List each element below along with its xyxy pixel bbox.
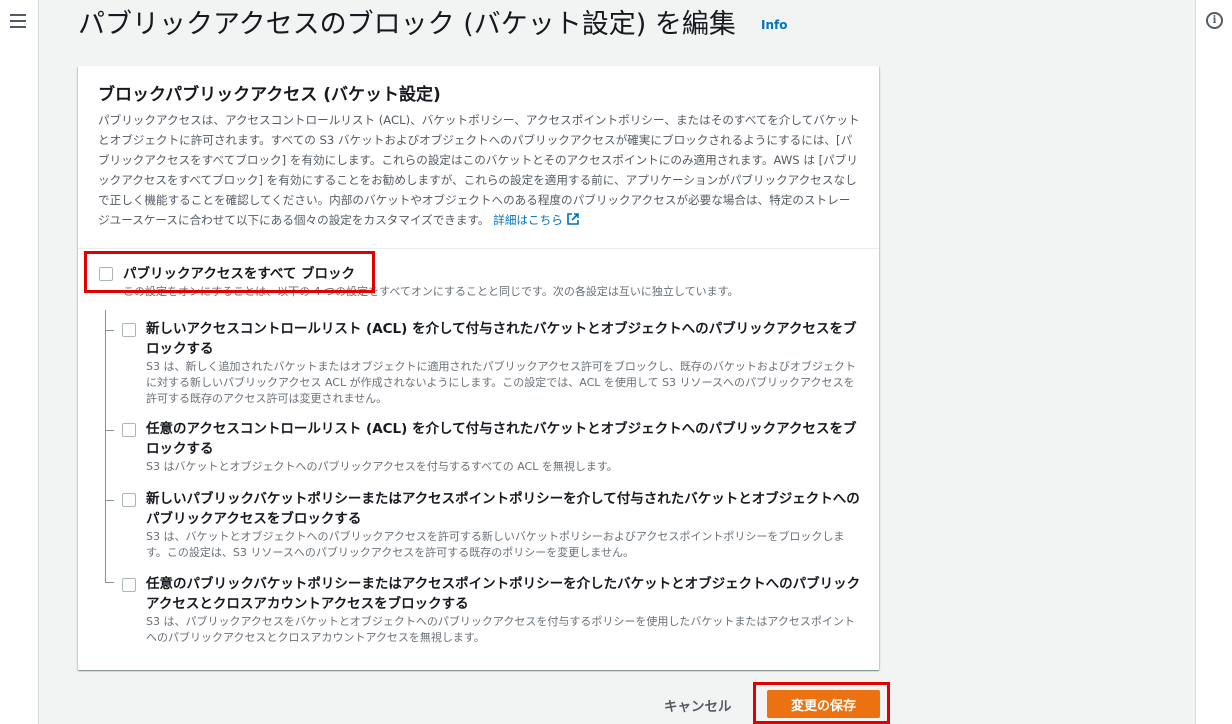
tree-branch-3 bbox=[105, 500, 114, 501]
block-any-policy-description: S3 は、パブリックアクセスをバケットとオブジェクトへのパブリックアクセスを付与… bbox=[146, 615, 855, 644]
block-new-acl-checkbox[interactable] bbox=[122, 323, 136, 337]
panel-header: ブロックパブリックアクセス (バケット設定) パブリックアクセスは、アクセスコン… bbox=[78, 66, 879, 249]
panel-title: ブロックパブリックアクセス (バケット設定) bbox=[98, 85, 441, 105]
block-all-description: この設定をオンにすることは、以下の 4 つの設定をすべてオンにすることと同じです… bbox=[123, 285, 739, 298]
block-public-access-panel: ブロックパブリックアクセス (バケット設定) パブリックアクセスは、アクセスコン… bbox=[78, 66, 879, 670]
panel-description: パブリックアクセスは、アクセスコントロールリスト (ACL)、バケットポリシー、… bbox=[98, 110, 860, 230]
block-any-policy-label[interactable]: 任意のパブリックバケットポリシーまたはアクセスポイントポリシーを介したバケットと… bbox=[146, 574, 866, 614]
block-any-acl-description: S3 はバケットとオブジェクトへのパブリックアクセスを付与するすべての ACL … bbox=[146, 460, 618, 473]
main-content: パブリックアクセスのブロック (バケット設定) を編集 Info ブロックパブリ… bbox=[40, 0, 1195, 724]
learn-more-link[interactable]: 詳細はこちら bbox=[493, 213, 579, 227]
external-link-icon bbox=[566, 213, 579, 225]
block-new-acl-description: S3 は、新しく追加されたバケットまたはオブジェクトに適用されたパブリックアクセ… bbox=[146, 360, 856, 405]
tree-branch-2 bbox=[105, 430, 114, 431]
block-all-checkbox[interactable] bbox=[99, 267, 113, 281]
block-any-acl-checkbox[interactable] bbox=[122, 423, 136, 437]
tree-connector-line bbox=[105, 310, 106, 582]
info-circle-icon[interactable]: i bbox=[1206, 12, 1223, 29]
left-navigation-rail bbox=[0, 0, 39, 724]
save-changes-button[interactable]: 変更の保存 bbox=[767, 690, 880, 718]
block-new-policy-label[interactable]: 新しいパブリックバケットポリシーまたはアクセスポイントポリシーを介して付与された… bbox=[146, 489, 866, 529]
page-title: パブリックアクセスのブロック (バケット設定) を編集 bbox=[78, 9, 736, 40]
panel-description-text: パブリックアクセスは、アクセスコントロールリスト (ACL)、バケットポリシー、… bbox=[98, 113, 860, 227]
block-any-policy-checkbox[interactable] bbox=[122, 578, 136, 592]
tree-branch-4 bbox=[105, 582, 114, 583]
right-tools-rail: i bbox=[1195, 0, 1232, 724]
block-new-policy-checkbox[interactable] bbox=[122, 493, 136, 507]
block-any-acl-label[interactable]: 任意のアクセスコントロールリスト (ACL) を介して付与されたバケットとオブジ… bbox=[146, 419, 866, 459]
block-new-policy-description: S3 は、バケットとオブジェクトへのパブリックアクセスを許可する新しいバケットポ… bbox=[146, 530, 845, 559]
block-all-label[interactable]: パブリックアクセスをすべて ブロック bbox=[123, 264, 355, 284]
cancel-button[interactable]: キャンセル bbox=[664, 695, 732, 715]
block-new-acl-label[interactable]: 新しいアクセスコントロールリスト (ACL) を介して付与されたバケットとオブジ… bbox=[146, 319, 866, 359]
hamburger-menu-icon[interactable] bbox=[10, 14, 26, 28]
info-link[interactable]: Info bbox=[761, 18, 787, 32]
tree-branch-1 bbox=[105, 330, 114, 331]
learn-more-label: 詳細はこちら bbox=[493, 213, 563, 227]
